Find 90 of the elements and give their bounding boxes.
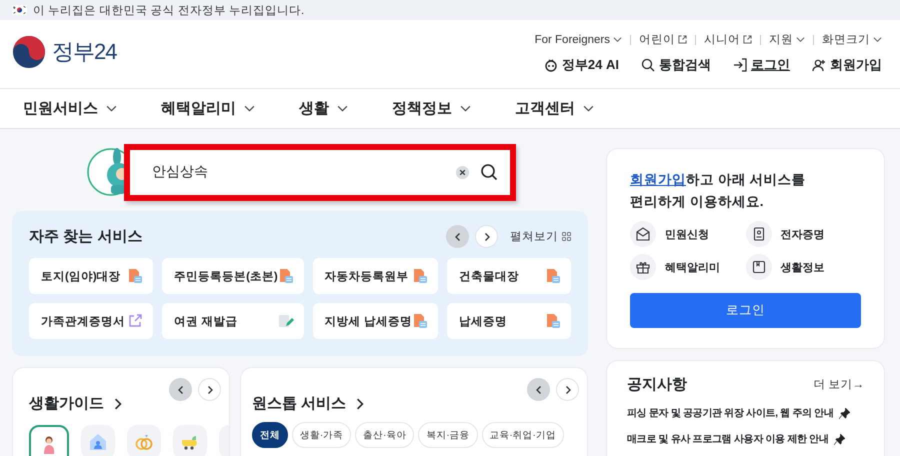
add-user-icon	[812, 58, 826, 72]
next-button[interactable]	[198, 378, 221, 401]
category-button[interactable]	[127, 425, 161, 456]
expand-link[interactable]: 펼쳐보기	[510, 229, 571, 244]
nav-menu-item[interactable]: 생활	[299, 99, 348, 118]
envelope-icon	[636, 227, 650, 241]
service-label[interactable]: 생활정보	[780, 260, 824, 274]
search-field[interactable]: 안심상속	[150, 163, 445, 181]
login-button[interactable]: 로그인	[630, 293, 861, 328]
nav-menu-item[interactable]: 정책정보	[392, 99, 471, 118]
chevron-left-icon	[452, 232, 462, 242]
notice-link[interactable]: 피싱 문자 및 공공기관 위장 사이트, 웹 주의 안내	[627, 406, 834, 420]
chevron-left-icon	[534, 384, 544, 394]
filter-chip[interactable]: 전체	[252, 422, 288, 448]
service-label[interactable]: 전자증명	[780, 226, 824, 242]
header-action[interactable]: 통합검색	[641, 56, 711, 74]
external-link-icon	[678, 35, 687, 44]
document-icon	[412, 268, 428, 284]
service-label[interactable]: 혜택알리미	[665, 260, 720, 274]
next-button[interactable]	[556, 378, 579, 401]
service-tile[interactable]: 주민등록등본(초본)	[162, 258, 304, 294]
next-button[interactable]	[475, 225, 498, 248]
category-button[interactable]	[173, 425, 207, 456]
service-tile[interactable]: 자동차등록원부	[312, 258, 438, 294]
document-icon	[127, 268, 144, 284]
service-tile[interactable]: 가족관계증명서	[29, 303, 154, 339]
filter-chip[interactable]: 교육·취업·기업	[482, 422, 564, 448]
util-link[interactable]: 시니어	[704, 32, 752, 47]
chevron-left-icon	[176, 384, 186, 394]
nav-menu-item[interactable]: 민원서비스	[23, 99, 117, 118]
section-title[interactable]: 원스톱 서비스	[252, 394, 366, 413]
filter-chip[interactable]: 생활·가족	[292, 422, 352, 448]
header-action[interactable]: 정부24 AI	[544, 56, 619, 74]
chevron-down-icon	[244, 103, 255, 114]
filter-chip[interactable]: 복지·금융	[418, 422, 478, 448]
clear-icon[interactable]	[455, 164, 470, 180]
chevron-down-icon	[613, 35, 622, 44]
chevron-down-icon	[583, 103, 594, 114]
signup-link[interactable]: 회원가입	[630, 172, 686, 187]
logo-icon	[12, 35, 46, 69]
util-link[interactable]: 어린이	[639, 32, 687, 47]
service-label[interactable]: 민원신청	[665, 226, 709, 242]
nav-menu-item[interactable]: 고객센터	[515, 99, 594, 118]
chevron-down-icon	[106, 103, 117, 114]
section-title[interactable]: 생활가이드	[29, 394, 124, 413]
filter-chip[interactable]: 출산·육아	[355, 422, 414, 448]
chevron-down-icon	[460, 103, 471, 114]
chevron-down-icon	[796, 35, 805, 44]
edit-icon	[278, 313, 294, 329]
chevron-right-icon	[112, 398, 124, 410]
more-link[interactable]: 더 보기→	[813, 377, 864, 392]
service-tile[interactable]: 여권 재발급	[162, 303, 304, 339]
external-link-icon	[127, 313, 144, 329]
util-link[interactable]: 화면크기	[822, 32, 882, 47]
document-icon	[545, 313, 561, 329]
rings-icon	[134, 432, 154, 452]
chevron-right-icon	[354, 398, 366, 410]
notice-link[interactable]: 매크로 및 유사 프로그램 사용자 이용 제한 안내	[627, 432, 829, 446]
logo-text[interactable]: 정부24	[52, 37, 116, 67]
category-button[interactable]	[29, 425, 69, 456]
id-card-icon	[752, 227, 766, 241]
document-icon	[545, 268, 561, 284]
search-icon[interactable]	[480, 163, 498, 181]
service-tile[interactable]: 건축물대장	[446, 258, 571, 294]
grid-icon	[562, 232, 571, 241]
chevron-down-icon	[873, 35, 882, 44]
category-button[interactable]	[81, 425, 115, 456]
login-icon	[733, 58, 747, 72]
flag-icon	[12, 5, 27, 15]
service-tile[interactable]: 토지(임야)대장	[29, 258, 154, 294]
header-action[interactable]: 회원가입	[812, 56, 882, 74]
section-title: 자주 찾는 서비스	[29, 227, 144, 246]
search-icon	[641, 58, 655, 72]
document-icon	[278, 268, 294, 284]
house-icon	[88, 432, 108, 452]
gift-icon	[636, 260, 650, 274]
login-prompt: 회원가입하고 아래 서비스를 편리하게 이용하세요.	[630, 171, 807, 211]
header-action[interactable]: 로그인	[733, 56, 790, 74]
document-icon	[412, 313, 428, 329]
nav-menu-item[interactable]: 혜택알리미	[161, 99, 255, 118]
util-link[interactable]: For Foreigners	[534, 34, 622, 46]
robot-icon	[544, 58, 558, 72]
section-title: 공지사항	[627, 375, 688, 394]
banner-text: 이 누리집은 대한민국 공식 전자정부 누리집입니다.	[33, 4, 304, 18]
book-icon	[752, 260, 766, 274]
service-tile[interactable]: 지방세 납세증명	[312, 303, 438, 339]
external-link-icon	[743, 35, 752, 44]
chevron-down-icon	[337, 103, 348, 114]
util-link[interactable]: 지원	[769, 32, 805, 47]
service-tile[interactable]: 납세증명	[446, 303, 571, 339]
